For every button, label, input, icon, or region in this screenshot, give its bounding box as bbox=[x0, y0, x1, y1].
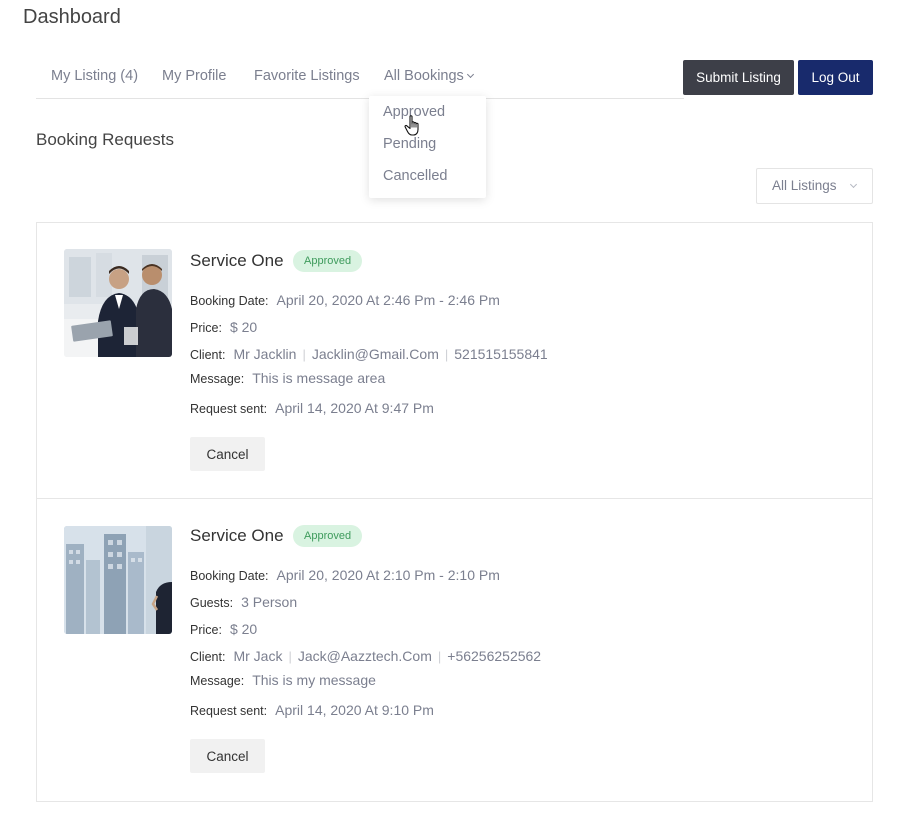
chevron-down-icon bbox=[849, 180, 858, 189]
service-title[interactable]: Service One bbox=[190, 526, 284, 546]
booking-date-label: Booking Date: bbox=[190, 294, 269, 308]
request-sent-label: Request sent: bbox=[190, 402, 268, 416]
booking-list: Service One Approved Booking Date: April … bbox=[36, 222, 873, 802]
booking-date-label: Booking Date: bbox=[190, 569, 269, 583]
price-row: Price: $ 20 bbox=[190, 319, 257, 337]
request-sent-row: Request sent: April 14, 2020 At 9:10 Pm bbox=[190, 702, 434, 720]
client-name: Mr Jack bbox=[233, 648, 283, 664]
booking-thumbnail bbox=[64, 249, 172, 357]
status-badge: Approved bbox=[293, 250, 363, 272]
dropdown-item-cancelled[interactable]: Cancelled bbox=[383, 168, 448, 184]
booking-date-row: Booking Date: April 20, 2020 At 2:10 Pm -… bbox=[190, 567, 500, 585]
page-title: Dashboard bbox=[23, 6, 121, 28]
nav-my-profile[interactable]: My Profile bbox=[162, 68, 226, 84]
message-row: Message: This is my message bbox=[190, 672, 376, 690]
chevron-down-icon bbox=[466, 70, 474, 79]
client-row: Client: Mr Jack | Jack@Aazztech.Com | +562562… bbox=[190, 648, 541, 666]
booking-card: Service One Approved Booking Date: April … bbox=[37, 499, 872, 801]
guests-value: 3 Person bbox=[241, 594, 298, 610]
client-name: Mr Jacklin bbox=[233, 346, 297, 362]
price-value: $ 20 bbox=[229, 621, 258, 637]
booking-date-value: April 20, 2020 At 2:46 Pm - 2:46 Pm bbox=[276, 292, 500, 308]
nav-all-bookings-label: All Bookings bbox=[384, 68, 464, 84]
status-badge: Approved bbox=[293, 525, 363, 547]
booking-card: Service One Approved Booking Date: April … bbox=[37, 223, 872, 499]
nav-all-bookings[interactable]: All Bookings bbox=[384, 68, 474, 84]
message-label: Message: bbox=[190, 372, 245, 386]
divider: | bbox=[444, 347, 449, 362]
message-value: This is message area bbox=[252, 370, 386, 386]
guests-label: Guests: bbox=[190, 596, 234, 610]
booking-date-value: April 20, 2020 At 2:10 Pm - 2:10 Pm bbox=[276, 567, 500, 583]
submit-listing-button[interactable]: Submit Listing bbox=[683, 60, 794, 95]
nav-my-listing[interactable]: My Listing (4) bbox=[51, 68, 138, 84]
divider: | bbox=[437, 649, 442, 664]
hand-pointer-cursor-icon bbox=[404, 115, 424, 142]
request-sent-row: Request sent: April 14, 2020 At 9:47 Pm bbox=[190, 400, 434, 418]
cancel-button[interactable]: Cancel bbox=[190, 437, 265, 471]
service-title[interactable]: Service One bbox=[190, 251, 284, 271]
price-label: Price: bbox=[190, 321, 222, 335]
client-email[interactable]: Jack@Aazztech.Com bbox=[298, 648, 432, 664]
cancel-button[interactable]: Cancel bbox=[190, 739, 265, 773]
message-row: Message: This is message area bbox=[190, 370, 385, 388]
message-label: Message: bbox=[190, 674, 245, 688]
client-email[interactable]: Jacklin@Gmail.Com bbox=[312, 346, 439, 362]
booking-thumbnail bbox=[64, 526, 172, 634]
price-value: $ 20 bbox=[229, 319, 258, 335]
divider: | bbox=[288, 649, 292, 664]
nav-favorite-listings[interactable]: Favorite Listings bbox=[254, 68, 360, 84]
client-label: Client: bbox=[190, 348, 226, 362]
message-value: This is my message bbox=[252, 672, 376, 688]
log-out-button[interactable]: Log Out bbox=[798, 60, 873, 95]
client-label: Client: bbox=[190, 650, 226, 664]
listings-filter-select[interactable]: All Listings bbox=[756, 168, 873, 204]
request-sent-label: Request sent: bbox=[190, 704, 268, 718]
booking-requests-title: Booking Requests bbox=[36, 130, 174, 149]
booking-date-row: Booking Date: April 20, 2020 At 2:46 Pm -… bbox=[190, 292, 500, 310]
price-label: Price: bbox=[190, 623, 222, 637]
client-row: Client: Mr Jacklin | Jacklin@Gmail.Com | 5215… bbox=[190, 346, 548, 364]
price-row: Price: $ 20 bbox=[190, 621, 257, 639]
dashboard-nav: My Listing (4) My Profile Favorite Listi… bbox=[36, 58, 684, 99]
request-sent-value: April 14, 2020 At 9:10 Pm bbox=[275, 702, 434, 718]
all-bookings-dropdown: Approved Pending Cancelled bbox=[369, 96, 486, 198]
client-phone[interactable]: 521515155841 bbox=[454, 346, 547, 362]
listings-filter-value: All Listings bbox=[772, 178, 837, 193]
client-phone[interactable]: +56256252562 bbox=[447, 648, 541, 664]
request-sent-value: April 14, 2020 At 9:47 Pm bbox=[275, 400, 434, 416]
divider: | bbox=[302, 347, 306, 362]
guests-row: Guests: 3 Person bbox=[190, 594, 297, 612]
